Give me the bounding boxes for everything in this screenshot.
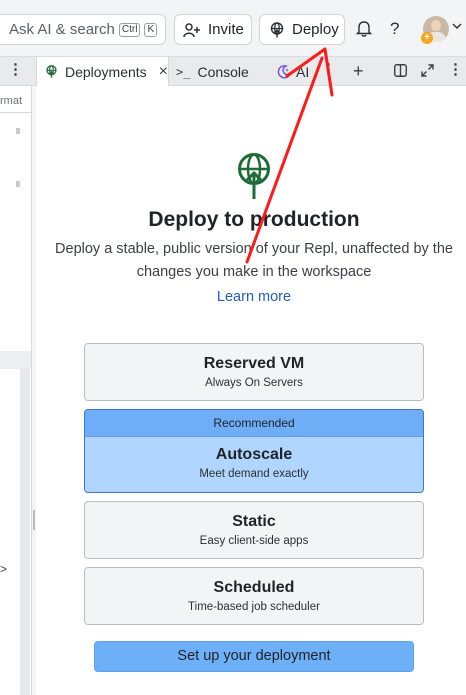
shortcut-key-k: K (144, 22, 158, 37)
bell-icon[interactable] (356, 20, 372, 37)
scroll-marker (16, 128, 20, 134)
console-icon: >_ (176, 64, 191, 79)
option-description: Meet demand exactly (199, 468, 309, 480)
deployment-option-autoscale[interactable]: Recommended Autoscale Meet demand exactl… (84, 409, 424, 493)
expand-icon[interactable] (421, 64, 434, 77)
add-user-icon (183, 22, 200, 37)
format-label-fragment: rmat (0, 95, 22, 107)
tab-deployments[interactable]: Deployments × (36, 57, 169, 86)
recommended-badge: Recommended (85, 410, 423, 437)
split-pane-icon[interactable] (394, 64, 407, 77)
tab-menu-icon[interactable]: ⋮ (321, 62, 336, 78)
learn-more-link[interactable]: Learn more (36, 289, 466, 305)
deployment-option-reserved-vm[interactable]: Reserved VM Always On Servers (84, 343, 424, 401)
invite-label: Invite (208, 21, 244, 38)
tab-console-label: Console (197, 63, 249, 80)
page-subtitle: Deploy a stable, public version of your … (55, 241, 453, 280)
deployments-pane: Deploy to production Deploy a stable, pu… (36, 86, 466, 695)
close-icon[interactable]: × (159, 63, 168, 81)
option-name: Autoscale (215, 446, 293, 463)
tab-deployments-label: Deployments (64, 63, 147, 80)
option-description: Easy client-side apps (199, 535, 309, 547)
avatar-plus-badge: + (421, 32, 433, 44)
shortcut-key-ctrl: Ctrl (118, 22, 141, 37)
left-pane: rmat > (0, 86, 32, 695)
help-button[interactable]: ? (390, 19, 399, 39)
option-name: Static (232, 513, 276, 530)
setup-deployment-button[interactable]: Set up your deployment (94, 641, 414, 672)
deployment-option-scheduled[interactable]: Scheduled Time-based job scheduler (84, 567, 424, 625)
pane-menu-icon[interactable]: ⋮ (448, 62, 463, 78)
divider (0, 112, 31, 113)
top-bar: Ask AI & search Ctrl K Invite Deploy ? + (0, 0, 466, 56)
ai-sparkle-icon (277, 64, 292, 78)
option-name: Reserved VM (203, 355, 305, 372)
option-description: Always On Servers (205, 377, 303, 389)
page-title: Deploy to production (148, 208, 360, 231)
tab-console[interactable]: >_ Console (176, 57, 270, 86)
option-description: Time-based job scheduler (188, 601, 320, 613)
tab-ai-label: AI (296, 63, 310, 80)
deploy-button[interactable]: Deploy (259, 14, 345, 45)
deploy-globe-icon (46, 65, 57, 78)
scrollbar[interactable] (20, 368, 30, 695)
plus-icon[interactable]: + (353, 61, 364, 82)
highlighted-row (0, 351, 31, 369)
chevron-down-icon[interactable] (452, 22, 462, 30)
deployment-option-static[interactable]: Static Easy client-side apps (84, 501, 424, 559)
left-pane-menu-icon[interactable]: ⋮ (8, 62, 23, 78)
expand-arrow-icon[interactable]: > (0, 562, 7, 576)
deploy-label: Deploy (292, 21, 339, 38)
pane-resize-handle[interactable] (33, 510, 35, 530)
scroll-marker (16, 181, 20, 187)
search-placeholder: Ask AI & search (9, 21, 115, 38)
deploy-globe-icon (270, 21, 284, 37)
tab-bar: ⋮ Deployments × >_ Console AI ⋮ + ⋮ (0, 56, 466, 86)
invite-button[interactable]: Invite (174, 14, 252, 45)
option-name: Scheduled (213, 579, 295, 596)
deploy-globe-icon (238, 153, 270, 199)
search-input[interactable]: Ask AI & search Ctrl K (0, 14, 166, 45)
